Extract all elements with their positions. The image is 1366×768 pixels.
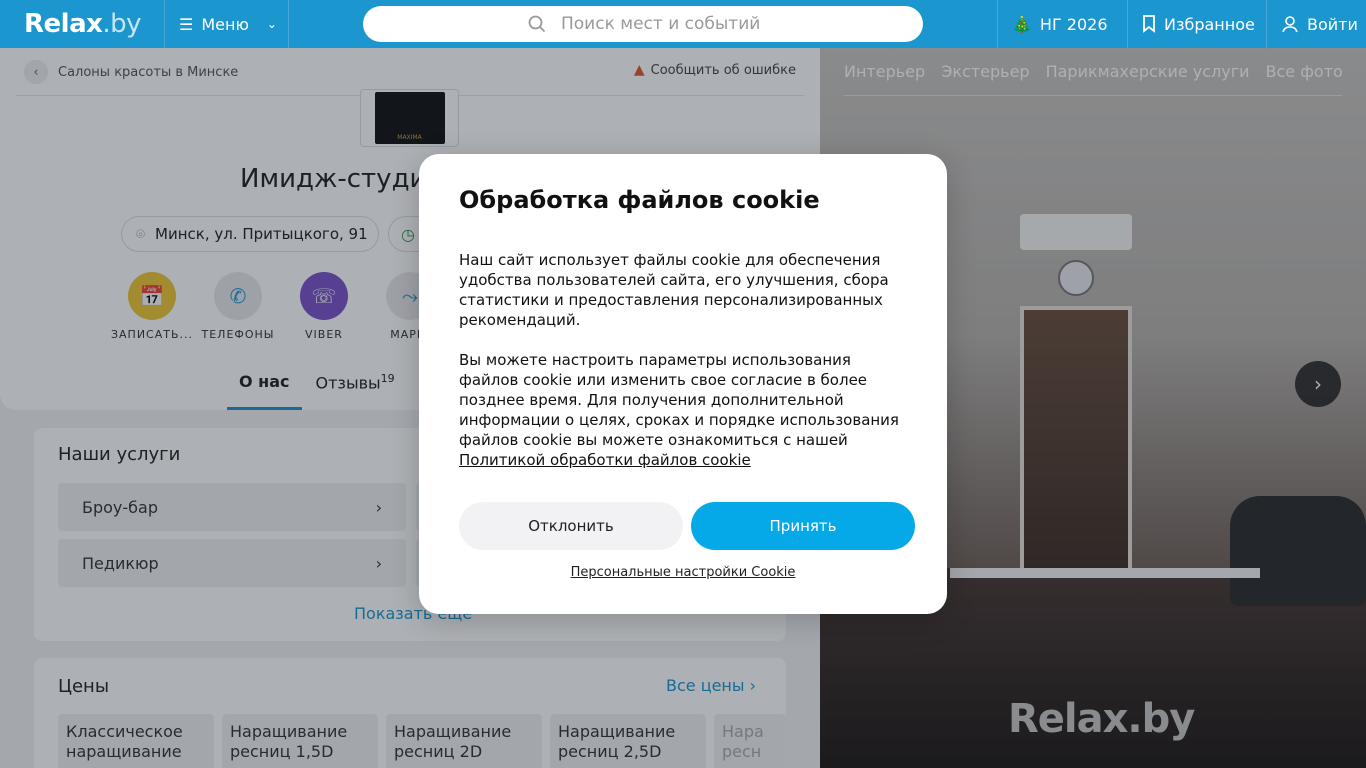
user-icon (1282, 16, 1298, 33)
favorites-link[interactable]: Избранное (1127, 0, 1266, 48)
menu-label: Меню (201, 14, 249, 34)
bookmark-icon (1143, 15, 1155, 33)
cookie-settings-link[interactable]: Персональные настройки Cookie (419, 565, 947, 580)
cookie-modal-text: Наш сайт использует файлы cookie для обе… (459, 250, 909, 470)
cookie-paragraph-1: Наш сайт использует файлы cookie для обе… (459, 251, 889, 329)
decline-button[interactable]: Отклонить (459, 502, 683, 550)
hamburger-icon: ☰ (179, 14, 194, 34)
cookie-modal: Обработка файлов cookie Наш сайт использ… (419, 154, 947, 614)
cookie-policy-link[interactable]: Политикой обработки файлов cookie (459, 451, 751, 469)
accept-button[interactable]: Принять (691, 502, 915, 550)
cookie-modal-title: Обработка файлов cookie (459, 186, 820, 214)
ng-2026-link[interactable]: 🎄 НГ 2026 (997, 0, 1127, 48)
search-placeholder: Поиск мест и событий (561, 14, 761, 34)
cookie-paragraph-2-text: Вы можете настроить параметры использова… (459, 351, 899, 449)
top-header: Relax.by ☰ Меню ⌄ Поиск мест и событий 🎄… (0, 0, 1366, 48)
search-icon (528, 15, 546, 33)
login-label: Войти (1307, 14, 1358, 34)
cookie-paragraph-2: Вы можете настроить параметры использова… (459, 350, 909, 470)
favorites-label: Избранное (1164, 14, 1255, 34)
ng-label: НГ 2026 (1039, 14, 1108, 34)
login-link[interactable]: Войти (1266, 0, 1366, 48)
christmas-tree-icon: 🎄 (1012, 14, 1032, 34)
search-input[interactable]: Поиск мест и событий (363, 6, 923, 42)
chevron-down-icon: ⌄ (266, 17, 277, 31)
menu-button[interactable]: ☰ Меню ⌄ (164, 0, 289, 48)
site-logo[interactable]: Relax.by (24, 9, 142, 39)
